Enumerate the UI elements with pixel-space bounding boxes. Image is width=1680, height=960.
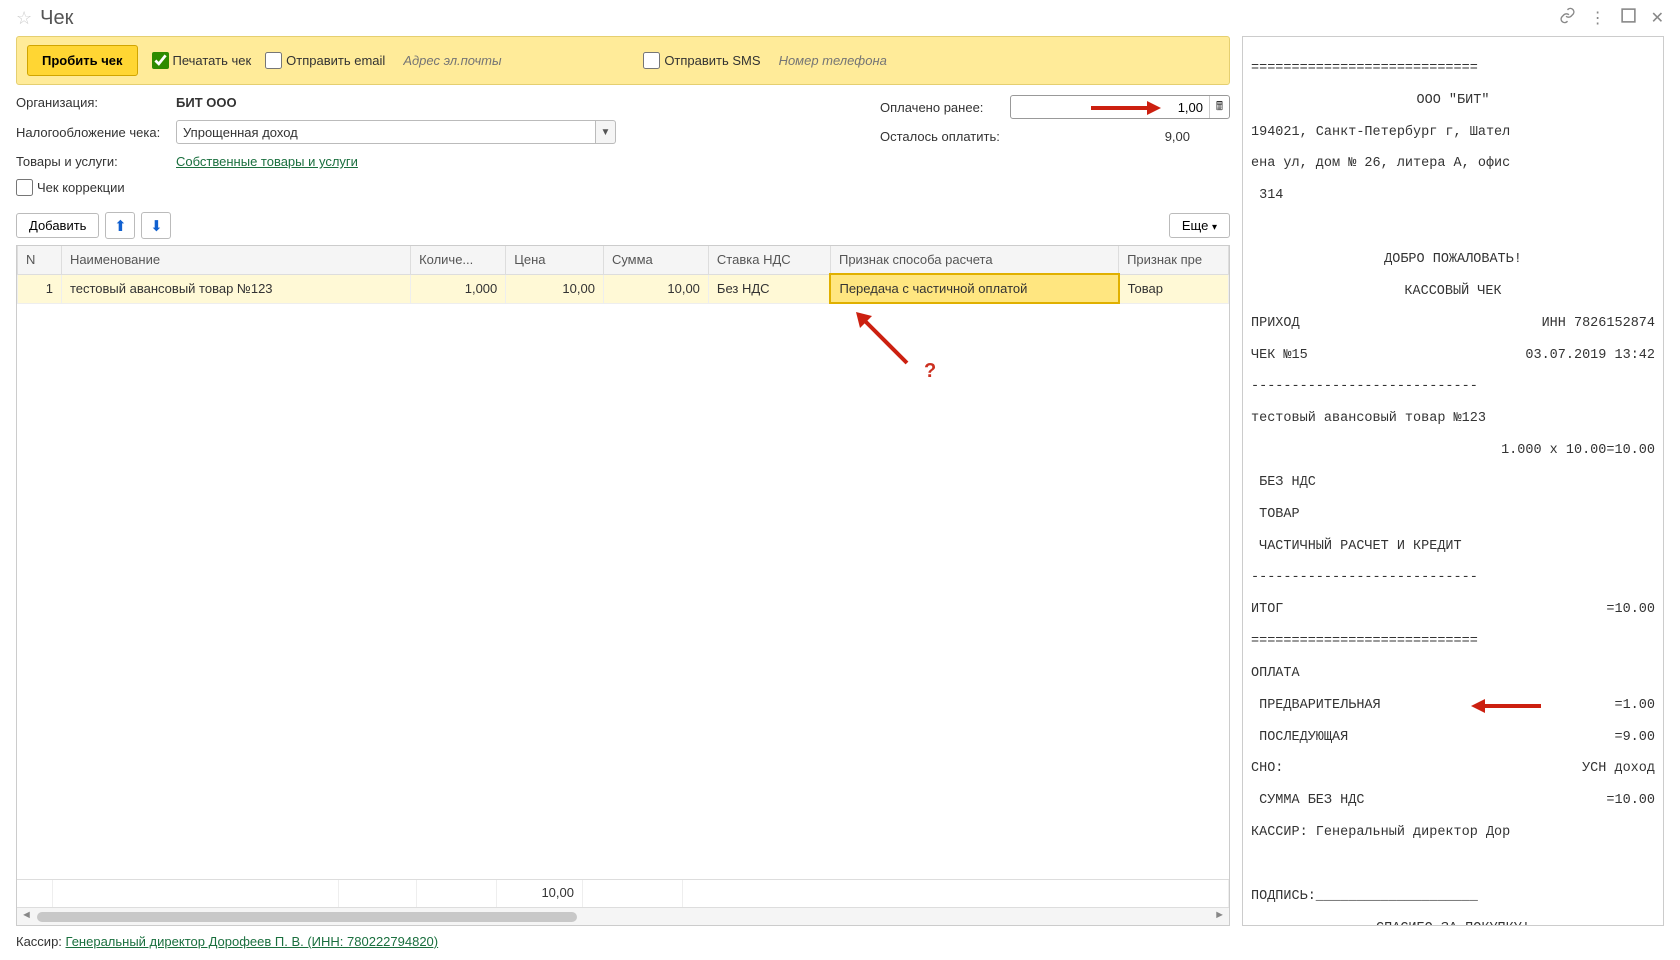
- annotation-arrow-icon: [1471, 698, 1541, 714]
- calculator-icon[interactable]: 🖩: [1209, 96, 1229, 118]
- cell-n[interactable]: 1: [18, 274, 62, 303]
- paid-before-label: Оплачено ранее:: [880, 100, 1010, 115]
- print-check-label: Печатать чек: [173, 53, 252, 68]
- send-email-label: Отправить email: [286, 53, 385, 68]
- correction-checkbox[interactable]: [16, 179, 33, 196]
- phone-field: [775, 49, 1005, 72]
- scroll-right-icon[interactable]: ►: [1214, 909, 1225, 921]
- scroll-left-icon[interactable]: ◄: [21, 909, 32, 921]
- move-down-icon[interactable]: ⬇: [141, 212, 171, 239]
- cell-price[interactable]: 10,00: [506, 274, 604, 303]
- table-footer: 10,00: [17, 879, 1229, 907]
- col-n[interactable]: N: [18, 246, 62, 274]
- footer-sum: 10,00: [497, 880, 583, 907]
- paid-before-field-wrap: 🖩: [1010, 95, 1230, 119]
- link-icon[interactable]: [1559, 7, 1576, 29]
- more-button[interactable]: Еще ▾: [1169, 213, 1230, 238]
- col-sum[interactable]: Сумма: [603, 246, 708, 274]
- list-toolbar: Добавить ⬆ ⬇ Еще ▾: [16, 212, 1230, 239]
- email-field: [399, 49, 629, 72]
- add-button[interactable]: Добавить: [16, 213, 99, 238]
- cell-vat[interactable]: Без НДС: [708, 274, 830, 303]
- annotation-arrow-icon: [1091, 98, 1161, 118]
- cell-subj-sign[interactable]: Товар: [1119, 274, 1229, 303]
- items-table: N Наименование Количе... Цена Сумма Став…: [16, 245, 1230, 926]
- col-price[interactable]: Цена: [506, 246, 604, 274]
- col-vat[interactable]: Ставка НДС: [708, 246, 830, 274]
- send-email-checkbox-wrap[interactable]: Отправить email: [265, 52, 385, 69]
- kebab-menu-icon[interactable]: ⋮: [1590, 8, 1606, 28]
- send-email-checkbox[interactable]: [265, 52, 282, 69]
- cashier-label: Кассир:: [16, 934, 62, 949]
- goods-link[interactable]: Собственные товары и услуги: [176, 154, 358, 169]
- annotation-question-mark: ?: [924, 360, 936, 383]
- close-icon[interactable]: ✕: [1651, 8, 1664, 28]
- maximize-icon[interactable]: [1620, 7, 1637, 29]
- cell-qty[interactable]: 1,000: [411, 274, 506, 303]
- remains-value: 9,00: [1010, 129, 1210, 144]
- correction-checkbox-wrap[interactable]: Чек коррекции: [16, 179, 125, 196]
- cell-sum[interactable]: 10,00: [603, 274, 708, 303]
- left-pane: Пробить чек Печатать чек Отправить email…: [16, 36, 1230, 926]
- move-up-icon[interactable]: ⬆: [105, 212, 135, 239]
- punch-check-button[interactable]: Пробить чек: [27, 45, 138, 76]
- org-label: Организация:: [16, 95, 176, 110]
- goods-label: Товары и услуги:: [16, 154, 176, 169]
- col-name[interactable]: Наименование: [61, 246, 410, 274]
- remains-label: Осталось оплатить:: [880, 129, 1010, 144]
- favorite-star-icon[interactable]: ☆: [16, 8, 32, 29]
- receipt-preview: ============================ ООО "БИТ" 1…: [1242, 36, 1664, 926]
- chevron-down-icon: ▾: [1212, 222, 1217, 233]
- print-check-checkbox[interactable]: [152, 52, 169, 69]
- window-title: Чек: [40, 7, 1558, 30]
- footer: Кассир: Генеральный директор Дорофеев П.…: [0, 926, 1680, 957]
- tax-select-dropdown-icon[interactable]: ▼: [596, 120, 616, 144]
- scrollbar-thumb[interactable]: [37, 912, 577, 922]
- print-check-checkbox-wrap[interactable]: Печатать чек: [152, 52, 252, 69]
- correction-label: Чек коррекции: [37, 180, 125, 195]
- titlebar: ☆ Чек ⋮ ✕: [0, 0, 1680, 36]
- tax-select[interactable]: Упрощенная доход: [176, 120, 596, 144]
- cell-calc-sign[interactable]: Передача с частичной оплатой: [830, 274, 1118, 303]
- cell-name[interactable]: тестовый авансовый товар №123: [61, 274, 410, 303]
- send-sms-label: Отправить SMS: [664, 53, 760, 68]
- send-sms-checkbox-wrap[interactable]: Отправить SMS: [643, 52, 760, 69]
- cashier-link[interactable]: Генеральный директор Дорофеев П. В. (ИНН…: [66, 934, 439, 949]
- col-qty[interactable]: Количе...: [411, 246, 506, 274]
- send-sms-checkbox[interactable]: [643, 52, 660, 69]
- col-subj-sign[interactable]: Признак пре: [1119, 246, 1229, 274]
- action-bar: Пробить чек Печатать чек Отправить email…: [16, 36, 1230, 85]
- col-calc-sign[interactable]: Признак способа расчета: [830, 246, 1118, 274]
- table-row[interactable]: 1 тестовый авансовый товар №123 1,000 10…: [18, 274, 1229, 303]
- horizontal-scrollbar[interactable]: ◄ ►: [17, 907, 1229, 925]
- annotation-arrow-icon: [852, 308, 912, 368]
- tax-label: Налогообложение чека:: [16, 125, 176, 140]
- org-value: БИТ ООО: [176, 95, 237, 110]
